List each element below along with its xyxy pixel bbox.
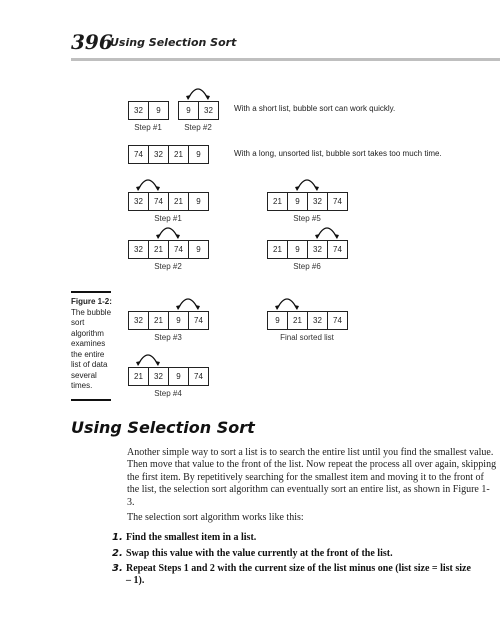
step-number: 1. [112,532,123,543]
numbered-step: 3. Repeat Steps 1 and 2 with the current … [112,563,492,587]
step-text: Swap this value with the value currently… [126,548,393,559]
figure-caption: Figure 1-2: The bubble sort algorithm ex… [71,297,113,392]
step-text: Find the smallest item in a list. [126,532,257,543]
caption-top-rule [71,291,111,293]
short-list-note: With a short list, bubble sort can work … [234,104,396,113]
step-text: Repeat Steps 1 and 2 with the current si… [126,563,471,586]
paragraph-steps-intro: The selection sort algorithm works like … [127,512,304,523]
caption-bottom-rule [71,399,111,401]
figure-caption-text: The bubble sort algorithm examines the e… [71,307,112,391]
section-heading: Using Selection Sort [71,418,255,437]
figure-caption-label: Figure 1-2: [71,297,112,306]
step-number: 3. [112,563,123,574]
numbered-step: 1. Find the smallest item in a list. [112,532,492,544]
long-list-note: With a long, unsorted list, bubble sort … [234,149,442,158]
step-number: 2. [112,548,123,559]
numbered-step: 2. Swap this value with the value current… [112,548,492,560]
paragraph-intro: Another simple way to sort a list is to … [127,447,497,508]
